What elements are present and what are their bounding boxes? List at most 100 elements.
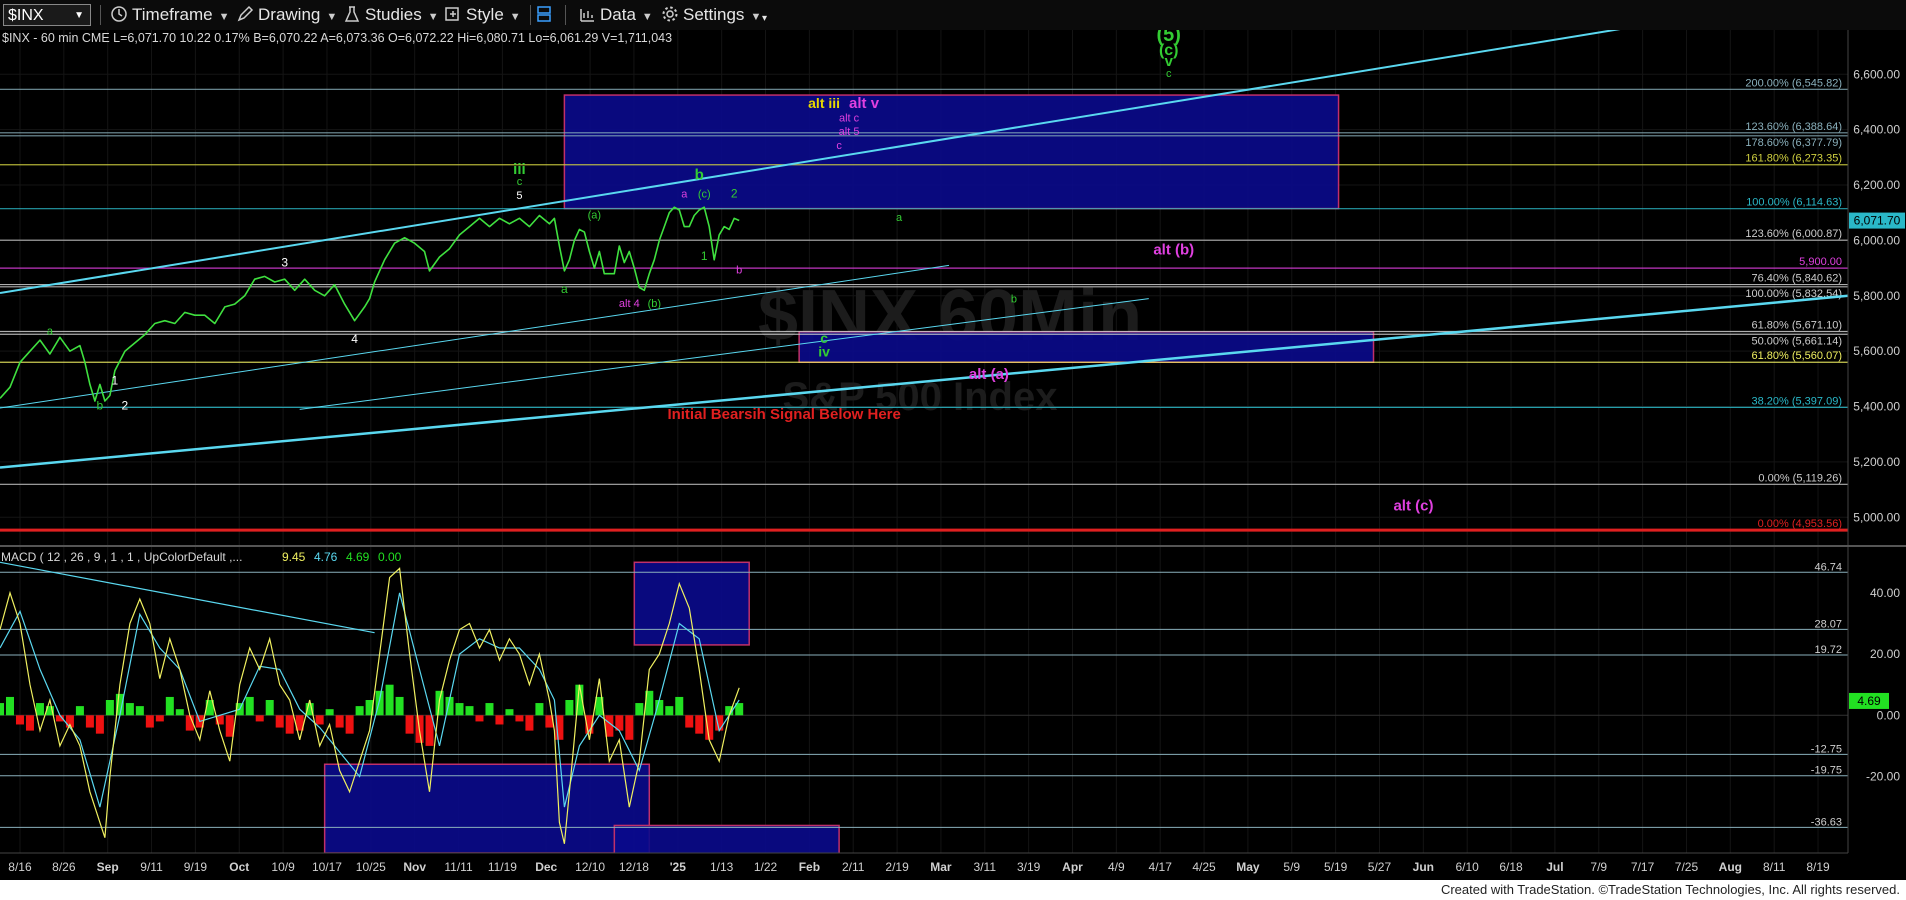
macd-histogram-bar <box>85 715 94 728</box>
macd-histogram-bar <box>245 696 254 716</box>
time-tick-label: 11/11 <box>444 860 473 874</box>
studies-button[interactable]: Studies ▼ <box>343 4 439 26</box>
data-label: Data <box>600 5 636 24</box>
wave-label: a <box>561 282 568 296</box>
flask-icon <box>344 6 360 22</box>
macd-histogram-bar <box>275 715 284 728</box>
chevron-down-icon: ▼ <box>326 11 338 23</box>
fib-label: 5,900.00 <box>1799 256 1842 268</box>
chart-area[interactable]: $INX 60Min S&P 500 Index 200.00% (6,545.… <box>0 30 1906 880</box>
macd-level-label: -12.75 <box>1811 743 1842 755</box>
symbol-selector[interactable]: $INX ▼ <box>3 4 91 26</box>
wave-label: b <box>97 398 104 412</box>
wave-label: b <box>736 265 742 277</box>
macd-histogram-bar <box>515 715 524 722</box>
macd-histogram-bar <box>325 709 334 716</box>
time-axis: 8/16 8/26 Sep 9/11 9/19 Oct 10/9 10/17 10/25 Nov 1… <box>0 852 1906 880</box>
macd-histogram-bar <box>685 715 694 728</box>
wave-label: alt 4 <box>619 298 640 310</box>
macd-histogram-bar <box>75 706 84 716</box>
more-button[interactable]: ▾ <box>762 8 767 30</box>
time-tick-label: 9/11 <box>140 860 163 874</box>
time-tick-label: Nov <box>403 860 426 874</box>
macd-histogram-bar <box>565 700 574 716</box>
settings-label: Settings <box>683 5 745 24</box>
macd-histogram-bar <box>175 709 184 716</box>
time-tick-label: 7/9 <box>1590 860 1607 874</box>
macd-tick-label: 40.00 <box>1870 586 1900 600</box>
time-tick-label: 6/10 <box>1456 860 1480 874</box>
data-button[interactable]: Data ▼ <box>578 4 653 26</box>
macd-level-label: 46.74 <box>1814 561 1842 573</box>
chevron-down-icon: ▼ <box>427 11 439 23</box>
macd-histogram-bar <box>25 715 34 731</box>
fib-label: 76.40% (5,840.62) <box>1751 273 1842 285</box>
wave-label: alt (c) <box>1393 497 1433 514</box>
macd-histogram-bar <box>225 715 234 737</box>
price-tick-label: 5,600.00 <box>1853 344 1900 358</box>
time-tick-label: 3/11 <box>974 860 997 874</box>
macd-level-label: 19.72 <box>1814 644 1842 656</box>
macd-tick-label: 0.00 <box>1877 708 1901 722</box>
layout-button[interactable] <box>535 4 557 26</box>
footer: Created with TradeStation. ©TradeStation… <box>0 880 1906 900</box>
time-tick-label: 2/11 <box>842 860 865 874</box>
macd-tick-label: 20.00 <box>1870 647 1900 661</box>
macd-histogram-bar <box>0 703 4 716</box>
wave-label: alt (b) <box>1153 241 1194 258</box>
price-tick-label: 5,400.00 <box>1853 400 1900 414</box>
macd-histogram-bar <box>165 696 174 716</box>
price-tick-label: 6,400.00 <box>1853 123 1900 137</box>
settings-button[interactable]: Settings ▼ <box>661 4 761 26</box>
timeframe-button[interactable]: Timeframe ▼ <box>110 4 230 26</box>
macd-zone <box>323 763 651 854</box>
time-tick-label: 10/25 <box>356 860 386 874</box>
time-tick-label: 5/27 <box>1368 860 1392 874</box>
wave-label: alt 5 <box>839 126 860 138</box>
chevron-down-icon: ▼ <box>750 11 762 23</box>
toolbar: $INX ▼ Timeframe ▼ Drawing ▼ Studies ▼ Styl… <box>0 0 1906 31</box>
time-tick-label: 10/9 <box>271 860 295 874</box>
time-tick-label: 3/19 <box>1017 860 1041 874</box>
clock-icon <box>111 6 127 22</box>
macd-histogram-bar <box>345 715 354 734</box>
time-tick-label: Sep <box>97 860 119 874</box>
chevron-down-icon: ▼ <box>509 11 521 23</box>
time-tick-label: '25 <box>670 860 687 874</box>
macd-title: MACD ( 12 , 26 , 9 , 1 , 1 , UpColorDefa… <box>1 550 242 564</box>
macd-histogram-bar <box>15 715 24 725</box>
wave-label: c <box>1166 68 1172 80</box>
drawing-button[interactable]: Drawing ▼ <box>236 4 337 26</box>
macd-histogram-bar <box>485 703 494 716</box>
wave-label: 2 <box>122 398 129 412</box>
wave-label: b <box>1011 294 1017 306</box>
macd-histogram-bar <box>5 696 14 716</box>
drawing-label: Drawing <box>258 5 321 24</box>
style-label: Style <box>466 5 504 24</box>
fib-label: 100.00% (6,114.63) <box>1746 197 1842 209</box>
macd-histogram-bar <box>455 703 464 716</box>
macd-histogram-bar <box>315 715 324 725</box>
macd-histogram-bar <box>105 700 114 716</box>
wave-label: alt iii <box>808 95 840 111</box>
time-tick-label: 1/13 <box>710 860 734 874</box>
chevron-down-icon: ▼ <box>641 11 653 23</box>
style-button[interactable]: Style ▼ <box>444 4 521 26</box>
fib-label: 0.00% (5,119.26) <box>1758 472 1842 484</box>
time-tick-label: Apr <box>1062 860 1083 874</box>
macd-histogram-bar <box>495 715 504 725</box>
macd-value-signal: 4.76 <box>314 550 338 564</box>
bar-chart-icon <box>580 9 594 22</box>
wave-label: iv <box>818 344 830 360</box>
chevron-down-icon: ▼ <box>218 11 230 23</box>
footer-credit: Created with TradeStation. ©TradeStation… <box>1440 882 1900 897</box>
time-tick-label: 8/19 <box>1806 860 1830 874</box>
time-tick-label: 7/25 <box>1675 860 1699 874</box>
macd-histogram-bar <box>655 700 664 716</box>
time-tick-label: Jul <box>1546 860 1563 874</box>
time-tick-label: 11/19 <box>488 860 517 874</box>
macd-histogram-bar <box>675 696 684 716</box>
gear-icon <box>662 6 678 22</box>
time-tick-label: Dec <box>535 860 557 874</box>
macd-histogram-bar <box>125 703 134 716</box>
